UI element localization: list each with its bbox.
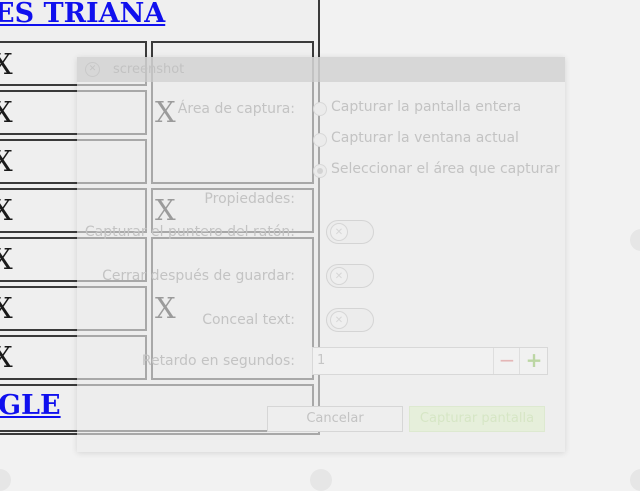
toggle-close-after-save[interactable]: ✕ xyxy=(326,264,374,288)
heading-link-bottom[interactable]: GLE xyxy=(0,392,61,419)
delay-value[interactable]: 1 xyxy=(317,353,325,368)
properties-label: Propiedades: xyxy=(204,191,295,207)
page-decoration-dot xyxy=(630,229,640,251)
close-icon[interactable]: ✕ xyxy=(85,62,100,77)
dialog-titlebar[interactable]: ✕ screenshot xyxy=(77,57,565,82)
toggle-off-icon: ✕ xyxy=(330,311,348,329)
cell-mark: X xyxy=(0,144,13,178)
toggle-capture-pointer[interactable]: ✕ xyxy=(326,220,374,244)
dialog-title: screenshot xyxy=(113,62,185,77)
toggle-conceal-text[interactable]: ✕ xyxy=(326,308,374,332)
screenshot-dialog: ✕ screenshot Área de captura: Capturar l… xyxy=(77,57,565,452)
toggle-label-pointer: Capturar el puntero del ratón: xyxy=(84,224,295,240)
page-decoration-dot xyxy=(0,469,11,491)
cell-mark: X xyxy=(0,291,13,325)
radio-label-entire-screen[interactable]: Capturar la pantalla entera xyxy=(331,99,521,115)
heading-link-top[interactable]: ES TRIANA xyxy=(0,0,165,27)
toggle-off-icon: ✕ xyxy=(330,223,348,241)
increment-icon[interactable]: + xyxy=(519,348,548,374)
radio-label-current-window[interactable]: Capturar la ventana actual xyxy=(331,130,519,146)
cell-mark: X xyxy=(0,242,13,276)
page-decoration-dot xyxy=(630,469,640,491)
radio-label-select-area[interactable]: Seleccionar el área que capturar xyxy=(331,161,560,177)
decrement-icon[interactable]: − xyxy=(493,348,520,374)
cell-mark: X xyxy=(0,340,13,374)
cancel-button[interactable]: Cancelar xyxy=(267,406,403,432)
capture-area-label: Área de captura: xyxy=(177,101,295,117)
radio-select-area[interactable] xyxy=(313,164,327,178)
cell-mark: X xyxy=(0,95,13,129)
radio-capture-current-window[interactable] xyxy=(313,133,327,147)
delay-label: Retardo en segundos: xyxy=(141,353,295,369)
delay-spinbutton[interactable]: 1 − + xyxy=(312,347,548,375)
cell-mark: X xyxy=(0,193,13,227)
cell-mark: X xyxy=(0,47,13,81)
toggle-label-conceal-text: Conceal text: xyxy=(202,312,295,328)
toggle-label-close-after-save: Cerrar después de guardar: xyxy=(102,268,295,284)
capture-screen-button[interactable]: Capturar pantalla xyxy=(409,406,545,432)
toggle-off-icon: ✕ xyxy=(330,267,348,285)
page-decoration-dot xyxy=(310,469,332,491)
radio-capture-entire-screen[interactable] xyxy=(313,102,327,116)
